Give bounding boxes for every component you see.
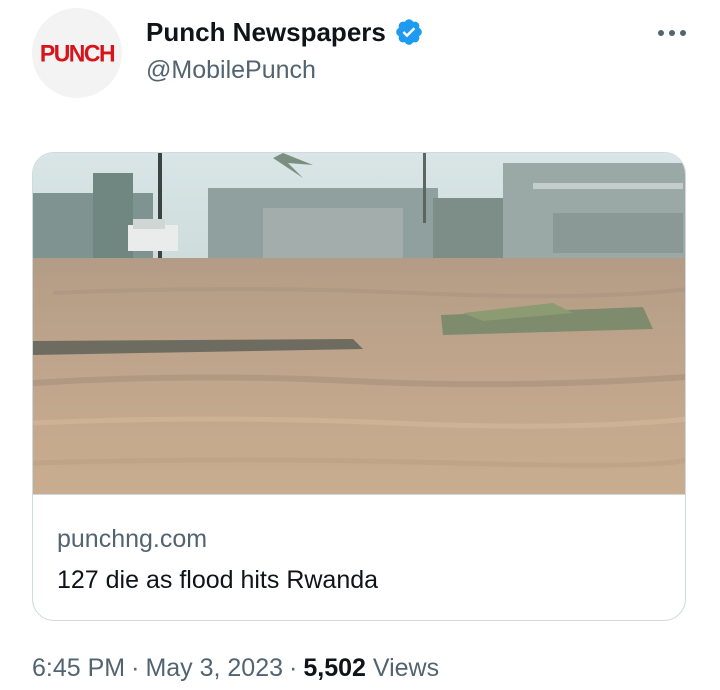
- tweet-time[interactable]: 6:45 PM: [32, 654, 125, 682]
- views-count: 5,502: [303, 654, 366, 682]
- card-title: 127 die as flood hits Rwanda: [57, 566, 379, 594]
- display-name-row: Punch Newspapers: [146, 14, 424, 50]
- tweet-date[interactable]: May 3, 2023: [145, 654, 283, 682]
- more-options-icon[interactable]: [654, 18, 690, 48]
- avatar[interactable]: PUNCH: [32, 8, 122, 98]
- card-meta[interactable]: punchng.com 127 die as flood hits Rwanda: [33, 495, 685, 620]
- tweet-header: PUNCH Punch Newspapers @MobilePunch: [0, 0, 720, 110]
- verified-badge-icon: [394, 17, 424, 47]
- tweet-footer: 6:45 PM · May 3, 2023 · 5,502 Views: [32, 654, 439, 683]
- separator-dot: ·: [131, 654, 140, 682]
- views-label: Views: [372, 654, 440, 682]
- link-card[interactable]: punchng.com 127 die as flood hits Rwanda: [32, 152, 686, 621]
- card-domain: punchng.com: [57, 525, 208, 553]
- handle[interactable]: @MobilePunch: [146, 56, 424, 85]
- author-names: Punch Newspapers @MobilePunch: [146, 14, 424, 85]
- separator-dot: ·: [289, 654, 298, 682]
- card-image-flood-photo[interactable]: [33, 153, 685, 495]
- display-name[interactable]: Punch Newspapers: [146, 17, 386, 48]
- punch-logo: PUNCH: [39, 38, 116, 67]
